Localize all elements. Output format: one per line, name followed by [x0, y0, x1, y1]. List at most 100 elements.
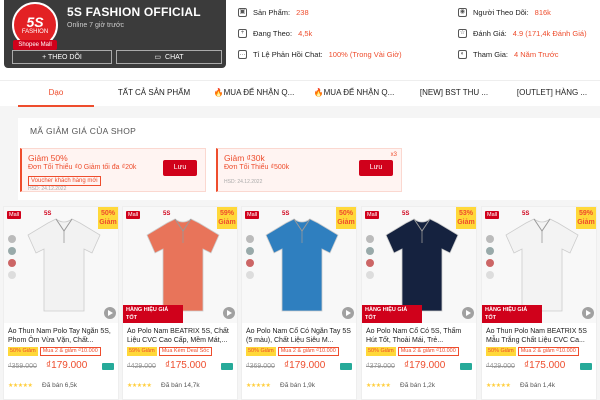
- tab-dao[interactable]: Dạo: [18, 81, 94, 107]
- following-icon: +: [238, 29, 247, 38]
- product-name[interactable]: Áo Polo Nam Cổ Có Ngắn Tay 5S (5 màu), C…: [246, 327, 354, 345]
- sold-count: Đã bán 1,9k: [280, 382, 316, 389]
- vouchers-title: MÃ GIẢM GIÁ CỦA SHOP: [30, 126, 137, 136]
- sold-count: Đã bán 1,2k: [400, 382, 436, 389]
- mall-tag: Mall: [7, 211, 22, 219]
- stat-followers-value: 816k: [534, 8, 551, 17]
- shopee-mall-badge: Shopee Mall: [13, 40, 57, 50]
- shop-online-status: Online 7 giờ trước: [67, 22, 125, 29]
- product-name[interactable]: Áo Thun Nam Polo Tay Ngắn 5S, Phom Ôm Vừ…: [8, 327, 116, 345]
- color-swatches: [246, 235, 260, 279]
- original-price: ₫369.000: [246, 363, 275, 370]
- stat-response-value: 100% (Trong Vài Giờ): [328, 50, 402, 59]
- product-image[interactable]: Mall 5S 50% Giảm: [242, 207, 356, 323]
- play-video-icon[interactable]: [462, 307, 474, 319]
- save-voucher-button[interactable]: Lưu: [163, 160, 197, 176]
- original-price: ₫429.000: [486, 363, 515, 370]
- sold-count: Đã bán 6,5k: [42, 382, 78, 389]
- discount-badge: 53% Giảm: [456, 207, 476, 229]
- chat-button-label: CHAT: [165, 53, 184, 61]
- shop-tabs: Dạo TẤT CẢ SẢN PHẨM 🔥MUA ĐỂ NHẬN Q... 🔥M…: [0, 80, 600, 107]
- color-swatch: [366, 247, 374, 255]
- stat-response-rate: … Tỉ Lệ Phản Hồi Chat: 100% (Trong Vài G…: [238, 50, 402, 59]
- voucher-card: Giảm ₫30k Đơn Tối Thiểu ₫500k HSD: 24.12…: [216, 148, 402, 192]
- color-swatch: [246, 271, 254, 279]
- sale-price: ₫179.000: [46, 360, 88, 371]
- hot-deal-banner: HÀNG HIỆU GIÁ TỐT: [123, 305, 183, 323]
- product-card[interactable]: Mall 5S 50% Giảm Áo Thun Nam Polo Tay Ngắn …: [3, 206, 119, 400]
- deal-tag: Mua 2 & giảm ₫10.000: [397, 347, 459, 356]
- product-card[interactable]: Mall 5S 50% Giảm Áo Polo Nam Cổ Có Ngắn Tay…: [241, 206, 357, 400]
- color-swatches: [486, 235, 500, 279]
- product-image[interactable]: Mall 5S 53% Giảm HÀNG HIỆU GIÁ TỐT: [362, 207, 476, 323]
- free-shipping-icon: [580, 363, 592, 370]
- sale-price: ₫175.000: [165, 360, 207, 371]
- user-check-icon: ◐: [458, 50, 467, 59]
- chat-icon: ▭: [154, 54, 162, 61]
- shop-vouchers: MÃ GIẢM GIÁ CỦA SHOP Giảm 50% Đơn Tối Th…: [18, 118, 600, 200]
- tab-category-2[interactable]: 🔥MUA ĐỂ NHẬN Q...: [306, 81, 402, 107]
- chat-button[interactable]: ▭ CHAT: [116, 50, 222, 64]
- tab-category-1[interactable]: 🔥MUA ĐỂ NHẬN Q...: [206, 81, 302, 107]
- stat-following: + Đang Theo: 4,5k: [238, 29, 312, 38]
- product-tags: 50% Giảm Mua 2 & giảm ₫10.000: [246, 347, 339, 356]
- sold-count: Đã bán 14,7k: [161, 382, 200, 389]
- save-voucher-button[interactable]: Lưu: [359, 160, 393, 176]
- follow-button-label: + THEO DÕI: [42, 53, 82, 61]
- product-image-shirt: [505, 218, 579, 312]
- discount-tag: 50% Giảm: [246, 347, 276, 356]
- product-tags: 50% Giảm Mua 2 & giảm ₫10.000: [486, 347, 579, 356]
- product-image[interactable]: Mall 5S 59% Giảm HÀNG HIỆU GIÁ TỐT: [482, 207, 596, 323]
- play-video-icon[interactable]: [104, 307, 116, 319]
- voucher-tag: Voucher khách hàng mới: [28, 176, 101, 186]
- color-swatch: [366, 259, 374, 267]
- deal-tag: Mua Kèm Deal Sốc: [158, 347, 213, 356]
- color-swatch: [486, 259, 494, 267]
- voucher-expiry: HSD: 24.12.2022: [224, 179, 263, 185]
- follow-button[interactable]: + THEO DÕI: [12, 50, 112, 64]
- deal-tag: Mua 2 & giảm ₫10.000: [517, 347, 579, 356]
- brand-logo-mini: 5S: [522, 211, 530, 217]
- voucher-expiry: HSD: 24.12.2022: [28, 186, 67, 192]
- play-video-icon[interactable]: [582, 307, 594, 319]
- shop-page: 5S FASHION Shopee Mall 5S FASHION OFFICI…: [0, 0, 600, 400]
- product-list: Mall 5S 50% Giảm Áo Thun Nam Polo Tay Ngắn …: [0, 206, 600, 400]
- play-video-icon[interactable]: [223, 307, 235, 319]
- stat-following-label: Đang Theo:: [253, 29, 293, 38]
- color-swatch: [486, 235, 494, 243]
- star-icon: ☆: [458, 29, 467, 38]
- tab-new-collection[interactable]: [NEW] BST THU ...: [406, 81, 502, 107]
- tab-all-products[interactable]: TẤT CẢ SẢN PHẨM: [108, 81, 200, 107]
- voucher-title: Giảm 50%: [28, 153, 68, 163]
- product-image[interactable]: Mall 5S 50% Giảm: [4, 207, 118, 323]
- color-swatch: [8, 271, 16, 279]
- chat-bubble-icon: …: [238, 50, 247, 59]
- stat-products: ▣ Sản Phẩm: 238: [238, 8, 309, 17]
- color-swatch: [486, 271, 494, 279]
- voucher-card: Giảm 50% Đơn Tối Thiểu ₫0 Giảm tối đa ₫2…: [20, 148, 206, 192]
- tab-outlet[interactable]: [OUTLET] HÀNG ...: [506, 81, 598, 107]
- product-card[interactable]: Mall 5S 59% Giảm HÀNG HIỆU GIÁ TỐT Áo Thun P…: [481, 206, 597, 400]
- sale-price: ₫179.000: [404, 360, 446, 371]
- product-tags: 50% Giảm Mua 2 & giảm ₫10.000: [8, 347, 101, 356]
- rating-stars: ★★★★★: [8, 383, 33, 389]
- logo-text: 5S: [26, 13, 44, 30]
- stat-followers-label: Người Theo Dõi:: [473, 8, 529, 17]
- mall-tag: Mall: [485, 211, 500, 219]
- product-name[interactable]: Áo Polo Nam Cổ Có 5S, Thấm Hút Tốt, Thoả…: [366, 327, 474, 345]
- stat-joined: ◐ Tham Gia: 4 Năm Trước: [458, 50, 559, 59]
- mall-tag: Mall: [365, 211, 380, 219]
- product-name[interactable]: Áo Polo Nam BEATRIX 5S, Chất Liệu CVC Ca…: [127, 327, 235, 345]
- sale-price: ₫175.000: [524, 360, 566, 371]
- sale-price: ₫179.000: [284, 360, 326, 371]
- stat-joined-value: 4 Năm Trước: [514, 50, 559, 59]
- discount-tag: 50% Giảm: [366, 347, 396, 356]
- product-card[interactable]: Mall 5S 59% Giảm HÀNG HIỆU GIÁ TỐT Áo Polo N…: [122, 206, 238, 400]
- product-card[interactable]: Mall 5S 53% Giảm HÀNG HIỆU GIÁ TỐT Áo Polo N…: [361, 206, 477, 400]
- product-name[interactable]: Áo Thun Polo Nam BEATRIX 5S Mẫu Trắng Ch…: [486, 327, 594, 345]
- play-video-icon[interactable]: [342, 307, 354, 319]
- color-swatches: [8, 235, 22, 279]
- mall-tag: Mall: [245, 211, 260, 219]
- product-image[interactable]: Mall 5S 59% Giảm HÀNG HIỆU GIÁ TỐT: [123, 207, 237, 323]
- stat-response-label: Tỉ Lệ Phản Hồi Chat:: [253, 50, 323, 59]
